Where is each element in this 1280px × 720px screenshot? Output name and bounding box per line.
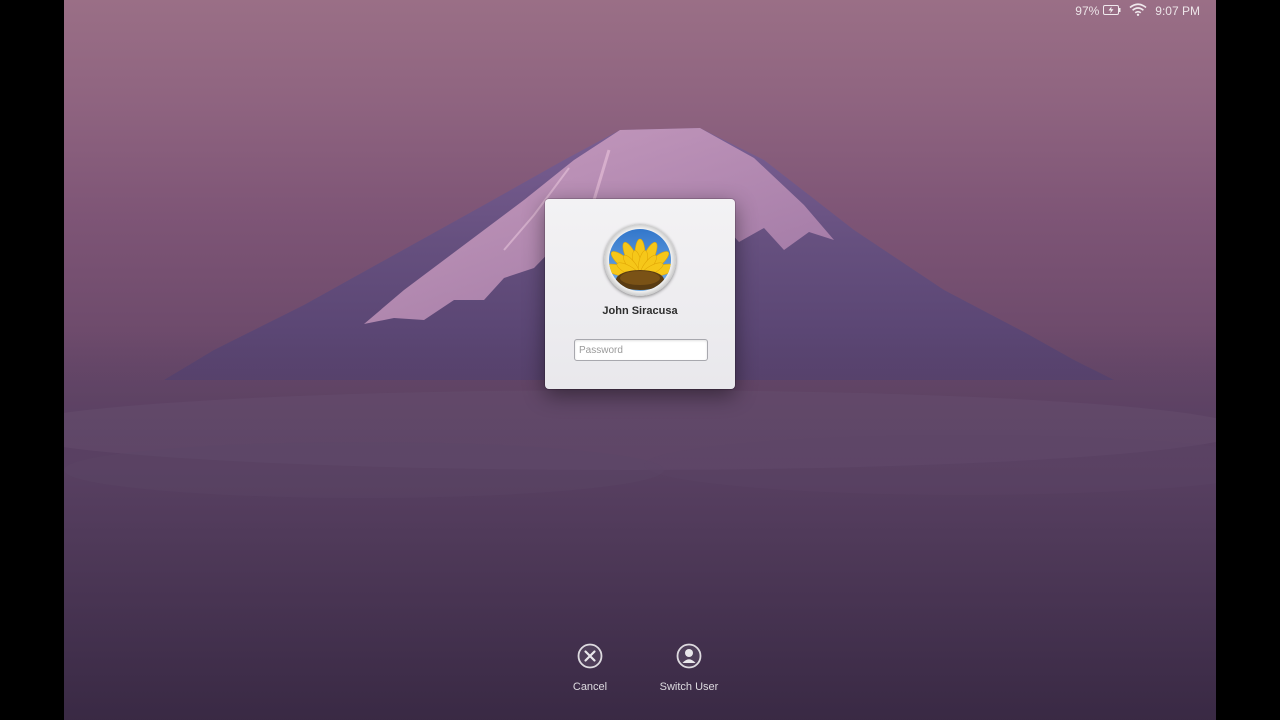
password-input[interactable] [574, 339, 708, 361]
user-name: John Siracusa [602, 305, 678, 317]
login-screen: 97% 9:07 PM John Siracusa Cancel Switch … [64, 0, 1216, 720]
battery-status[interactable]: 97% [1075, 4, 1121, 18]
cancel-button[interactable]: Cancel [545, 643, 635, 693]
cancel-icon [577, 643, 603, 674]
login-window: John Siracusa [545, 199, 735, 389]
wifi-status[interactable] [1129, 3, 1147, 19]
sunflower-avatar-icon [604, 224, 676, 296]
user-avatar[interactable] [604, 224, 676, 296]
clock[interactable]: 9:07 PM [1155, 4, 1200, 18]
battery-percent: 97% [1075, 4, 1100, 18]
menu-bar-status: 97% 9:07 PM [1075, 3, 1200, 19]
battery-charging-icon [1103, 4, 1121, 18]
user-icon [676, 643, 702, 674]
cancel-label: Cancel [572, 681, 608, 693]
wifi-icon [1129, 3, 1147, 19]
switch-user-label: Switch User [659, 681, 719, 693]
clock-time: 9:07 PM [1155, 4, 1200, 18]
switch-user-button[interactable]: Switch User [644, 643, 734, 693]
